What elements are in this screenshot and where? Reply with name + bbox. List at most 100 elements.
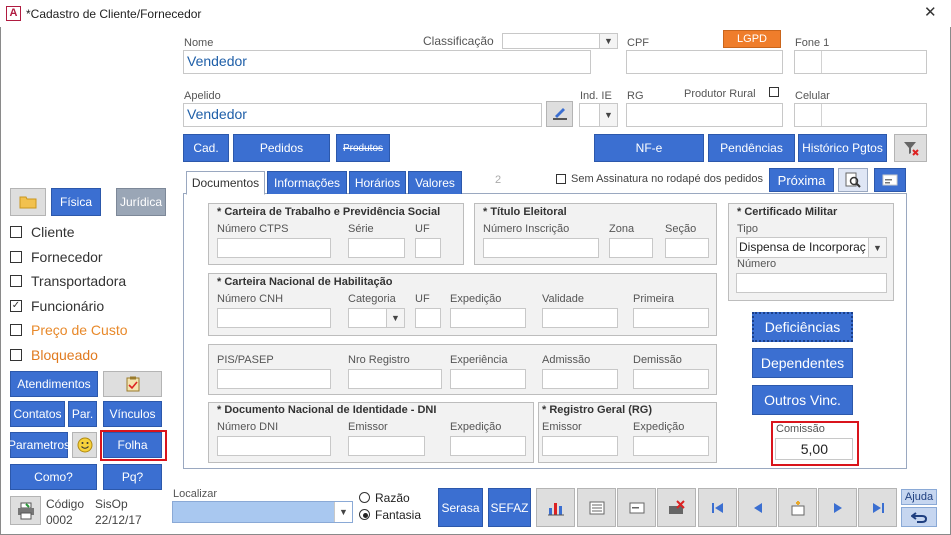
classificacao-select[interactable]: ▼	[502, 33, 618, 49]
militar-tipo-select[interactable]: Dispensa de Incorporaç ▼	[736, 237, 887, 258]
tab-horarios[interactable]: Horários	[349, 171, 406, 194]
rg-input[interactable]	[626, 103, 783, 127]
ctps-uf-input[interactable]	[415, 238, 441, 258]
sisop-label: SisOp	[95, 497, 128, 511]
preview-button[interactable]	[838, 168, 868, 192]
proxima-button[interactable]: Próxima	[769, 168, 834, 192]
card-button[interactable]	[874, 168, 906, 192]
entity-option-checkbox[interactable]	[10, 275, 22, 287]
cpf-input[interactable]	[626, 50, 783, 74]
juridica-button[interactable]: Jurídica	[116, 188, 166, 216]
nfe-button[interactable]: NF-e	[594, 134, 704, 162]
ind-ie-select[interactable]: ▼	[579, 103, 618, 127]
new-record-button[interactable]	[778, 488, 817, 527]
entity-option-checkbox[interactable]	[10, 250, 22, 263]
titulo-secao-input[interactable]	[665, 238, 709, 258]
tab-informacoes[interactable]: Informações	[267, 171, 347, 194]
print-button[interactable]	[10, 496, 41, 525]
cpf-label: CPF	[627, 37, 649, 49]
atendimentos-button[interactable]: Atendimentos	[10, 371, 98, 397]
entity-option-fornecedor[interactable]: Fornecedor	[10, 249, 103, 265]
entity-option-pre-o-de-custo[interactable]: Preço de Custo	[10, 322, 128, 338]
first-record-button[interactable]	[698, 488, 737, 527]
titulo-zona-input[interactable]	[609, 238, 653, 258]
fantasia-radio[interactable]	[359, 509, 370, 520]
last-record-button[interactable]	[858, 488, 897, 527]
admissao-input[interactable]	[542, 369, 618, 389]
comissao-input[interactable]: 5,00	[775, 438, 853, 460]
deficiencias-button[interactable]: Deficiências	[752, 312, 853, 342]
nome-input[interactable]: Vendedor	[183, 50, 591, 74]
tasks-button[interactable]	[103, 371, 162, 397]
entity-option-label: Preço de Custo	[31, 322, 128, 338]
lgpd-button[interactable]: LGPD	[723, 30, 781, 48]
cnh-numero-input[interactable]	[217, 308, 331, 328]
list-view-button[interactable]	[577, 488, 616, 527]
par-button[interactable]: Par.	[68, 401, 97, 427]
rg-expedicao-input[interactable]	[633, 436, 709, 456]
parametros-button[interactable]: Parametros	[8, 432, 70, 458]
tab-documentos[interactable]: Documentos	[186, 171, 265, 195]
nro-registro-input[interactable]	[348, 369, 442, 389]
feedback-button[interactable]	[72, 432, 97, 458]
next-record-button[interactable]	[818, 488, 857, 527]
produtos-button[interactable]: Produtos	[336, 134, 390, 162]
sefaz-button[interactable]: SEFAZ	[488, 488, 531, 527]
vinculos-button[interactable]: Vínculos	[103, 401, 162, 427]
historico-pgtos-button[interactable]: Histórico Pgtos	[798, 134, 887, 162]
pendencias-button[interactable]: Pendências	[708, 134, 795, 162]
pis-input[interactable]	[217, 369, 331, 389]
close-icon[interactable]: ✕	[924, 5, 937, 20]
experiencia-input[interactable]	[450, 369, 526, 389]
ajuda-button[interactable]: Ajuda	[901, 489, 937, 505]
entity-option-transportadora[interactable]: Transportadora	[10, 273, 126, 289]
ctps-numero-input[interactable]	[217, 238, 331, 258]
cad-button[interactable]: Cad.	[183, 134, 229, 162]
dni-numero-input[interactable]	[217, 436, 331, 456]
outros-vinc-button[interactable]: Outros Vinc.	[752, 385, 853, 415]
ctps-serie-input[interactable]	[348, 238, 405, 258]
dni-expedicao-input[interactable]	[450, 436, 526, 456]
produtor-rural-checkbox[interactable]	[769, 87, 779, 97]
titulo-numero-input[interactable]	[483, 238, 599, 258]
delete-record-button[interactable]	[657, 488, 696, 527]
cnh-primeira-input[interactable]	[633, 308, 709, 328]
serasa-button[interactable]: Serasa	[438, 488, 483, 527]
contatos-button[interactable]: Contatos	[10, 401, 65, 427]
cnh-expedicao-input[interactable]	[450, 308, 526, 328]
localizar-combo[interactable]: ▼	[172, 501, 353, 523]
fone1-input[interactable]	[794, 50, 927, 74]
back-button[interactable]	[901, 507, 937, 527]
cnh-validade-input[interactable]	[542, 308, 618, 328]
como-button[interactable]: Como?	[10, 464, 97, 490]
dependentes-button[interactable]: Dependentes	[752, 348, 853, 378]
celular-input[interactable]	[794, 103, 927, 127]
entity-option-checkbox[interactable]	[10, 226, 22, 238]
tab-valores[interactable]: Valores	[408, 171, 462, 194]
edit-signature-button[interactable]	[546, 101, 573, 127]
cnh-uf-input[interactable]	[415, 308, 441, 328]
card-view-button[interactable]	[617, 488, 656, 527]
entity-option-cliente[interactable]: Cliente	[10, 224, 75, 240]
open-folder-button[interactable]	[10, 188, 46, 216]
fisica-button[interactable]: Física	[51, 188, 101, 216]
demissao-input[interactable]	[633, 369, 709, 389]
razao-radio[interactable]	[359, 492, 370, 503]
clear-filter-button[interactable]	[894, 134, 927, 162]
cnh-categoria-select[interactable]: ▼	[348, 308, 405, 328]
militar-numero-input[interactable]	[736, 273, 887, 293]
entity-option-bloqueado[interactable]: Bloqueado	[10, 347, 98, 363]
entity-option-checkbox[interactable]	[10, 324, 22, 336]
pedidos-button[interactable]: Pedidos	[233, 134, 330, 162]
entity-option-checkbox[interactable]: ✓	[10, 299, 22, 312]
sem-assinatura-checkbox[interactable]	[556, 174, 566, 184]
report-chart-button[interactable]	[536, 488, 575, 527]
dni-emissor-input[interactable]	[348, 436, 425, 456]
pq-button[interactable]: Pq?	[103, 464, 162, 490]
entity-option-checkbox[interactable]	[10, 348, 22, 361]
entity-option-funcion-rio[interactable]: ✓ Funcionário	[10, 298, 104, 314]
previous-record-button[interactable]	[738, 488, 777, 527]
chevron-down-icon: ▼	[334, 502, 352, 522]
rg-emissor-input[interactable]	[542, 436, 618, 456]
apelido-input[interactable]: Vendedor	[183, 103, 542, 127]
